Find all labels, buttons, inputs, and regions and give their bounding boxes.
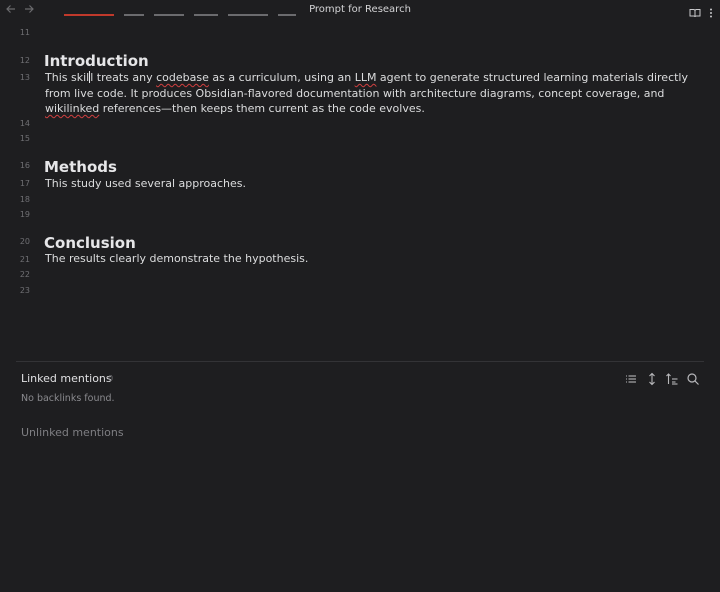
book-open-icon[interactable] [689,4,701,18]
spellcheck-word[interactable]: wikilinked [45,102,99,115]
line-number: 23 [19,286,30,295]
spellcheck-word[interactable]: LLM [355,71,377,84]
list-icon[interactable] [624,371,638,385]
introduction-paragraph[interactable]: This skill treats any codebase as a curr… [45,70,705,117]
linked-mentions-title[interactable]: Linked mentions [21,372,112,385]
line-number: 22 [19,270,30,279]
line-number: 21 [19,255,30,264]
line-number: 12 [19,56,30,65]
sort-icon[interactable] [665,371,679,385]
more-vertical-icon[interactable] [708,4,714,18]
conclusion-paragraph[interactable]: The results clearly demonstrate the hypo… [45,252,308,265]
line-number: 18 [19,195,30,204]
text-span: as a curriculum, using an [208,71,355,84]
heading-introduction[interactable]: Introduction [44,52,149,70]
clipped-previous-line [64,14,444,20]
line-number: 14 [19,119,30,128]
line-number: 19 [19,210,30,219]
heading-methods[interactable]: Methods [44,158,117,176]
search-icon[interactable] [686,371,700,385]
line-number: 13 [19,73,30,82]
line-number: 16 [19,161,30,170]
line-number: 17 [19,179,30,188]
unlinked-mentions-title[interactable]: Unlinked mentions [21,426,124,439]
no-backlinks-message: No backlinks found. [21,393,115,404]
line-number: 15 [19,134,30,143]
methods-paragraph[interactable]: This study used several approaches. [45,177,246,190]
line-number: 11 [19,28,30,37]
expand-vertical-icon[interactable] [645,371,659,386]
text-span: This skil [45,71,90,84]
divider [16,361,704,362]
text-span: l treats any [90,71,157,84]
heading-conclusion[interactable]: Conclusion [44,234,136,252]
linked-mentions-count: 0 [108,374,114,383]
spellcheck-word[interactable]: codebase [156,71,209,84]
text-span: references—then keeps them current as th… [99,102,425,115]
line-number: 20 [19,237,30,246]
